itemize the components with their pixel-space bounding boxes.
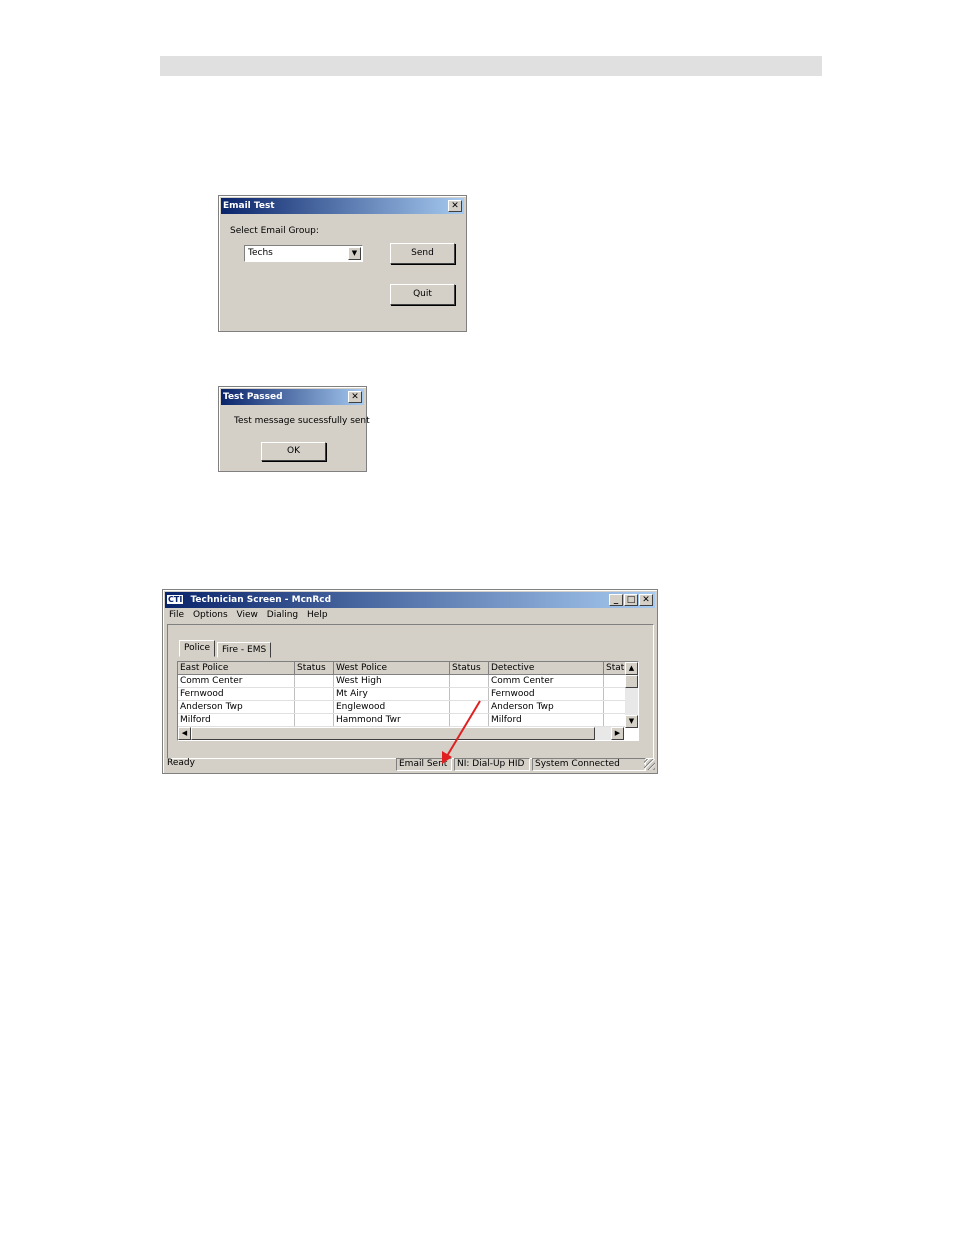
- table-cell: Fernwood: [178, 687, 295, 701]
- table-cell: Comm Center: [178, 674, 295, 688]
- page-header-bar: [160, 56, 822, 76]
- quit-button[interactable]: Quit: [390, 284, 455, 305]
- column-header[interactable]: West Police: [333, 662, 450, 675]
- test-passed-message: Test message sucessfully sent: [234, 416, 370, 426]
- email-test-titlebar: Email Test ✕: [221, 198, 464, 214]
- status-ready: Ready: [167, 758, 195, 768]
- table-row[interactable]: Comm Center West High Comm Center: [178, 674, 633, 688]
- close-icon[interactable]: ✕: [639, 594, 653, 606]
- table-cell: Hammond Twr: [333, 713, 450, 727]
- table-row[interactable]: Fernwood Mt Airy Fernwood: [178, 687, 633, 701]
- table-row[interactable]: Anderson Twp Englewood Anderson Twp: [178, 700, 633, 714]
- email-test-title: Email Test: [223, 201, 275, 211]
- menu-options[interactable]: Options: [193, 610, 228, 620]
- table-cell: West High: [333, 674, 450, 688]
- scroll-down-icon[interactable]: ▼: [625, 715, 638, 728]
- tab-fire-ems[interactable]: Fire - EMS: [217, 642, 272, 658]
- menu-help[interactable]: Help: [307, 610, 328, 620]
- table-cell: Englewood: [333, 700, 450, 714]
- table-cell: Milford: [488, 713, 604, 727]
- table-cell: [449, 700, 489, 714]
- email-group-value: Techs: [248, 248, 273, 258]
- tab-police[interactable]: Police: [179, 640, 216, 657]
- status-bar: Ready Email Sent NI: Dial-Up HID System …: [165, 758, 655, 771]
- column-header[interactable]: Status: [449, 662, 489, 675]
- table-cell: Mt Airy: [333, 687, 450, 701]
- table-cell: Comm Center: [488, 674, 604, 688]
- table-cell: Milford: [178, 713, 295, 727]
- table-cell: Fernwood: [488, 687, 604, 701]
- table-cell: [449, 674, 489, 688]
- ok-button[interactable]: OK: [261, 442, 326, 461]
- scroll-thumb[interactable]: [625, 675, 638, 688]
- email-test-dialog: Email Test ✕ Select Email Group: Techs ▼…: [218, 195, 467, 332]
- column-header[interactable]: Detective: [488, 662, 604, 675]
- table-cell: Anderson Twp: [488, 700, 604, 714]
- table-cell: [449, 687, 489, 701]
- unit-grid: East Police Status West Police Status De…: [177, 661, 639, 741]
- window-title: Technician Screen - McnRcd: [190, 595, 332, 605]
- technician-titlebar: CTI Technician Screen - McnRcd _ □ ✕: [165, 592, 655, 608]
- technician-screen-window: CTI Technician Screen - McnRcd _ □ ✕ Fil…: [162, 589, 658, 774]
- minimize-icon[interactable]: _: [609, 594, 623, 606]
- table-cell: [449, 713, 489, 727]
- vertical-scrollbar[interactable]: ▲ ▼: [625, 662, 638, 728]
- table-header-row: East Police Status West Police Status De…: [178, 662, 633, 675]
- table-cell: Anderson Twp: [178, 700, 295, 714]
- close-icon[interactable]: ✕: [348, 391, 362, 403]
- menu-dialing[interactable]: Dialing: [267, 610, 298, 620]
- horizontal-scrollbar[interactable]: ◀ ▶: [178, 727, 624, 740]
- test-passed-titlebar: Test Passed ✕: [221, 389, 364, 405]
- resize-grip-icon[interactable]: [644, 759, 655, 770]
- column-header[interactable]: East Police: [178, 662, 295, 675]
- email-group-select[interactable]: Techs ▼: [244, 245, 363, 262]
- table-cell: [294, 687, 334, 701]
- menu-view[interactable]: View: [237, 610, 258, 620]
- menu-bar: File Options View Dialing Help: [169, 610, 334, 620]
- status-email: Email Sent: [396, 758, 452, 771]
- table-row[interactable]: Milford Hammond Twr Milford: [178, 713, 633, 727]
- close-icon[interactable]: ✕: [448, 200, 462, 212]
- send-button[interactable]: Send: [390, 243, 455, 264]
- table-cell: [294, 713, 334, 727]
- status-connection-type: NI: Dial-Up HID: [454, 758, 530, 771]
- test-passed-dialog: Test Passed ✕ Test message sucessfully s…: [218, 386, 370, 472]
- table-cell: [294, 700, 334, 714]
- scroll-left-icon[interactable]: ◀: [178, 727, 191, 740]
- email-group-label: Select Email Group:: [230, 226, 319, 236]
- maximize-icon[interactable]: □: [624, 594, 638, 606]
- chevron-down-icon[interactable]: ▼: [348, 247, 361, 260]
- scroll-thumb[interactable]: [191, 727, 595, 740]
- scroll-up-icon[interactable]: ▲: [625, 662, 638, 675]
- status-system: System Connected: [532, 758, 646, 771]
- menu-file[interactable]: File: [169, 610, 184, 620]
- column-header[interactable]: Status: [294, 662, 334, 675]
- unit-table: East Police Status West Police Status De…: [178, 662, 633, 727]
- app-logo: CTI: [167, 595, 184, 604]
- test-passed-title: Test Passed: [223, 392, 283, 402]
- table-cell: [294, 674, 334, 688]
- scroll-right-icon[interactable]: ▶: [611, 727, 624, 740]
